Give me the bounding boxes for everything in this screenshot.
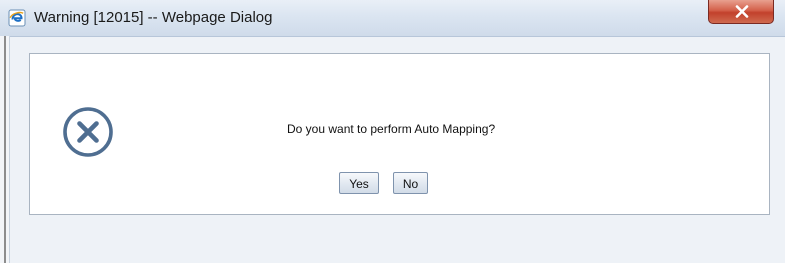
window-frame-divider xyxy=(4,36,6,263)
title-bar[interactable]: Warning [12015] -- Webpage Dialog xyxy=(0,0,785,37)
close-button[interactable] xyxy=(708,0,774,24)
window-title: Warning [12015] -- Webpage Dialog xyxy=(34,9,273,26)
no-button[interactable]: No xyxy=(393,172,428,194)
error-x-icon xyxy=(62,106,114,158)
ie-icon xyxy=(8,9,26,27)
close-icon xyxy=(735,5,749,18)
yes-button[interactable]: Yes xyxy=(339,172,379,194)
dialog-message: Do you want to perform Auto Mapping? xyxy=(287,122,496,136)
webpage-dialog-window: Warning [12015] -- Webpage Dialog Do you… xyxy=(0,0,785,263)
